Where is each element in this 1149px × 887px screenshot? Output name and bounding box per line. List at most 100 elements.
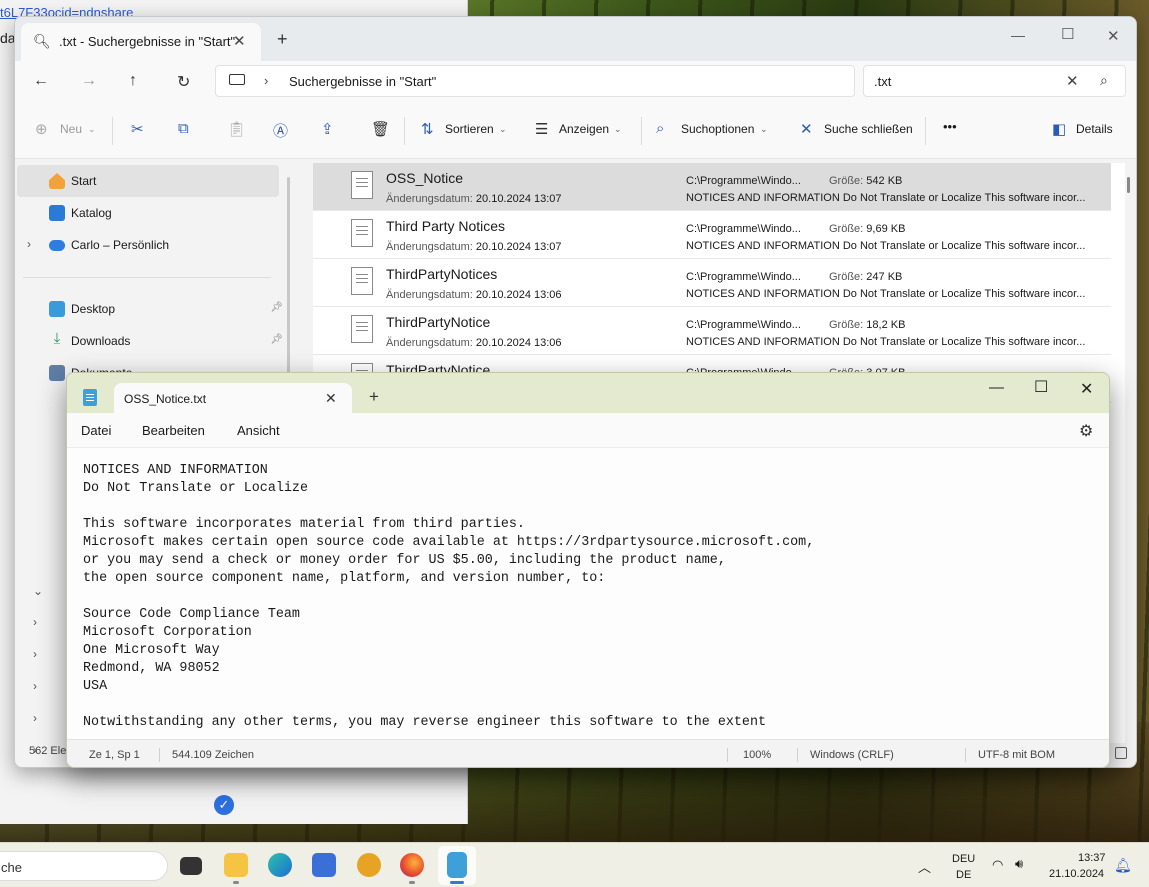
zoom-level[interactable]: 100% [743,749,771,761]
sidebar-item-start[interactable]: Start [17,165,279,197]
minimize-button[interactable]: — [989,379,1004,396]
address-path: Suchergebnisse in "Start" [289,74,437,89]
list-item[interactable]: OSS_Notice Änderungsdatum: 20.10.2024 13… [313,163,1111,211]
results-scrollbar[interactable] [1127,177,1130,193]
chevron-right-icon[interactable]: › [33,615,37,629]
file-name: Third Party Notices [386,218,506,234]
encoding[interactable]: UTF-8 mit BOM [978,749,1055,761]
maximize-button[interactable]: ☐ [1034,377,1048,397]
chevron-up-icon[interactable]: ︿ [918,857,931,876]
notepad-icon [83,389,97,406]
sidebar-item-onedrive[interactable]: › Carlo – Persönlich [17,229,279,261]
details-button[interactable]: Details [1076,122,1113,136]
search-options-button[interactable]: Suchoptionen [681,122,754,136]
back-button[interactable]: ← [33,72,49,90]
character-count: 544.109 Zeichen [172,749,254,761]
search-box[interactable]: .txt ✕ ⌕ [863,65,1126,97]
file-explorer-icon[interactable] [224,853,248,877]
file-snippet: NOTICES AND INFORMATION Do Not Translate… [686,288,1086,300]
clock-date[interactable]: 21.10.2024 [1049,868,1104,880]
close-search-icon: ✕ [800,121,813,138]
copy-icon[interactable]: ⧉ [178,120,189,137]
more-button[interactable]: ••• [943,119,957,134]
menu-view[interactable]: Ansicht [237,423,280,438]
clear-search-icon[interactable]: ✕ [1066,72,1079,90]
checkmark-icon: ✓ [214,795,234,815]
divider [112,117,113,145]
menu-file[interactable]: Datei [81,423,111,438]
chevron-right-icon[interactable]: › [27,237,31,251]
sidebar-item-desktop[interactable]: Desktop 📌︎ [17,293,283,325]
refresh-button[interactable]: ↻ [177,72,190,92]
sidebar-item-downloads[interactable]: ⤓ Downloads 📌︎ [17,325,283,357]
text-editor[interactable]: NOTICES AND INFORMATION Do Not Translate… [67,447,1109,739]
delete-icon[interactable]: 🗑︎ [371,120,390,138]
text-file-icon [351,219,373,247]
new-tab-button[interactable]: + [369,387,379,407]
store-icon[interactable] [312,853,336,877]
maximize-button[interactable]: ☐ [1061,25,1074,43]
gear-icon[interactable]: ⚙ [1079,421,1093,441]
cut-icon[interactable]: ✂ [131,120,144,138]
close-window-button[interactable]: ✕ [1080,379,1093,399]
file-path: C:\Programme\Windo... [686,223,801,235]
search-icon[interactable]: ⌕ [1100,72,1108,89]
file-date: Änderungsdatum: 20.10.2024 13:07 [386,193,562,205]
taskbar: che ︿ DEU DE ◠ 🔊︎ 13:37 21.10.2024 🔔︎ [0,842,1149,887]
list-item[interactable]: ThirdPartyNotices Änderungsdatum: 20.10.… [313,259,1111,307]
edge-icon[interactable] [268,853,292,877]
text-file-icon [351,171,373,199]
address-bar[interactable]: › Suchergebnisse in "Start" [215,65,855,97]
chevron-right-icon[interactable]: › [33,711,37,725]
sidebar-item-label: Start [71,174,97,188]
firefox-icon[interactable] [400,853,424,877]
share-icon[interactable]: ⇪ [321,120,334,138]
chevron-right-icon[interactable]: › [33,679,37,693]
search-options-icon: ⌕ [656,120,665,137]
wifi-icon[interactable]: ◠ [992,857,1003,873]
notepad-icon [447,852,467,878]
explorer-tab[interactable]: 🔍︎ .txt - Suchergebnisse in "Start" ✕ [21,23,261,61]
menu-edit[interactable]: Bearbeiten [142,423,205,438]
notepad-status-bar: Ze 1, Sp 1 544.109 Zeichen 100% Windows … [67,739,1109,767]
sort-button[interactable]: Sortieren [445,122,494,136]
details-icon: ◧ [1052,121,1067,138]
sort-icon: ⇅ [421,121,434,138]
close-tab-icon[interactable]: ✕ [233,32,246,50]
cursor-position: Ze 1, Sp 1 [89,749,140,761]
list-item[interactable]: ThirdPartyNotice Änderungsdatum: 20.10.2… [313,307,1111,355]
list-item[interactable]: Third Party Notices Änderungsdatum: 20.1… [313,211,1111,259]
chevron-right-icon[interactable]: › [33,647,37,661]
task-view-icon[interactable] [180,857,202,875]
file-date: Änderungsdatum: 20.10.2024 13:07 [386,241,562,253]
chevron-down-icon[interactable]: ⌄ [33,584,43,598]
close-search-button[interactable]: Suche schließen [824,122,913,136]
rename-icon[interactable]: Ⓐ [273,120,288,141]
divider [23,277,271,278]
view-button[interactable]: Anzeigen [559,122,609,136]
file-size: Größe: 542 KB [829,175,903,187]
language-top[interactable]: DEU [952,853,975,865]
explorer-tab-bar: 🔍︎ .txt - Suchergebnisse in "Start" ✕ + … [15,17,1136,61]
forward-button[interactable]: → [81,72,97,90]
notification-bell-icon[interactable]: 🔔︎ [1114,857,1132,874]
resize-grip-icon [1115,747,1127,759]
minimize-button[interactable]: — [1011,27,1025,43]
close-tab-icon[interactable]: ✕ [325,390,337,407]
volume-icon[interactable]: 🔊︎ [1015,856,1023,872]
new-tab-button[interactable]: + [277,29,288,50]
line-ending[interactable]: Windows (CRLF) [810,749,894,761]
app-icon[interactable] [357,853,381,877]
new-button[interactable]: Neu [60,122,82,136]
divider [965,748,966,762]
taskbar-search[interactable]: che [0,851,168,881]
sidebar-item-katalog[interactable]: Katalog [17,197,279,229]
close-window-button[interactable]: ✕ [1107,27,1120,45]
notepad-tab[interactable]: OSS_Notice.txt ✕ [114,383,352,413]
up-button[interactable]: ↑ [129,72,137,90]
chevron-down-icon: ⌄ [499,124,507,134]
paste-icon[interactable]: 📋︎ [227,120,246,138]
language-bottom[interactable]: DE [956,869,971,881]
command-bar: ⊕ Neu ⌄ ✂ ⧉ 📋︎ Ⓐ ⇪ 🗑︎ ⇅ Sortieren ⌄ ☰ An… [15,103,1136,159]
clock-time[interactable]: 13:37 [1078,852,1106,864]
